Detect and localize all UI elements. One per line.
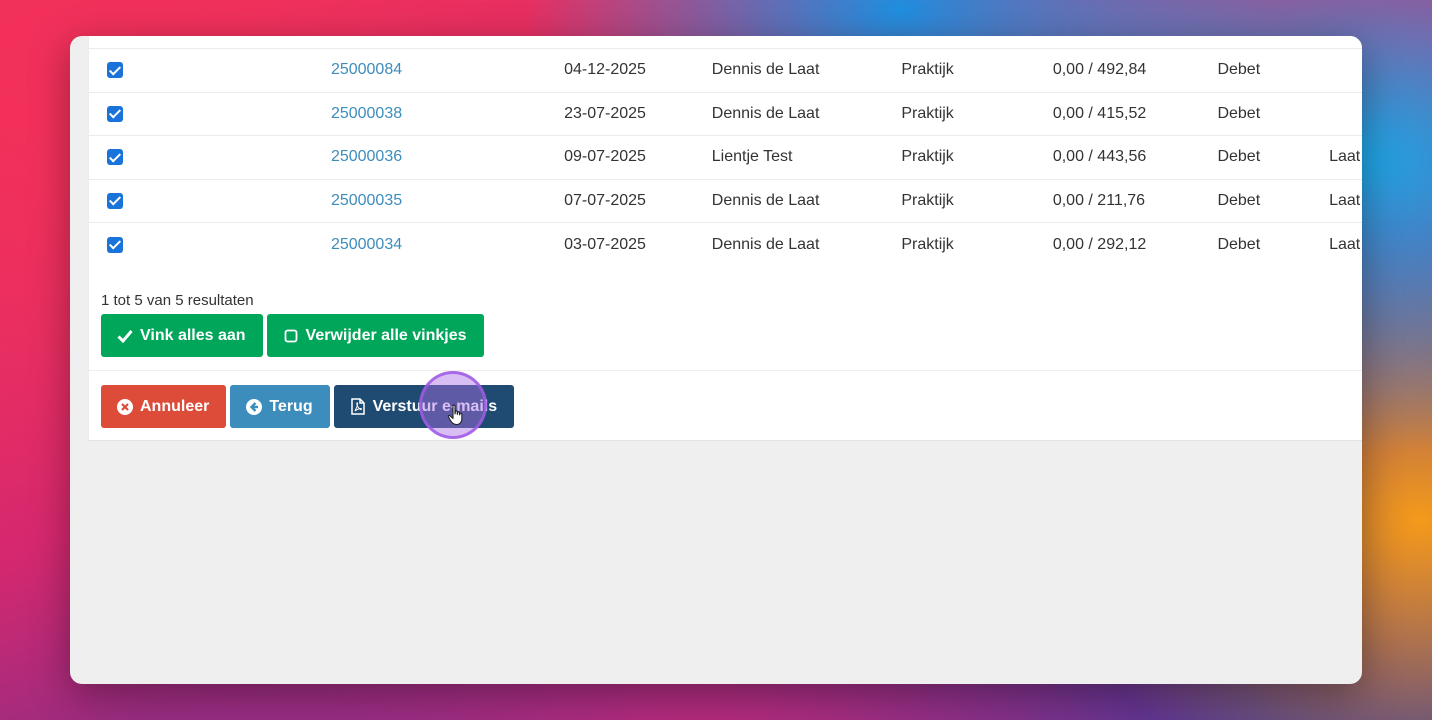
invoice-amount: 0,00 / 443,56 <box>1052 148 1147 166</box>
row-checkbox[interactable] <box>107 149 123 166</box>
invoice-date: 03-07-2025 <box>564 235 646 253</box>
action-button-group: Annuleer Terug Verstuur e-mails <box>101 385 515 428</box>
invoice-extra <box>1329 49 1362 93</box>
invoice-extra: Laat <box>1329 148 1361 166</box>
results-summary: 1 tot 5 van 5 resultaten <box>101 292 254 309</box>
arrow-circle-left-icon <box>246 398 263 415</box>
invoice-number-link[interactable]: 25000035 <box>331 192 402 209</box>
invoice-number-link[interactable]: 25000036 <box>331 148 402 165</box>
invoice-type: Praktijk <box>901 104 954 122</box>
invoice-side: Debet <box>1217 61 1261 79</box>
divider <box>89 370 1362 371</box>
invoice-date: 04-12-2025 <box>564 61 646 79</box>
table-row: 25000034 03-07-2025 Dennis de Laat Prakt… <box>89 222 1362 267</box>
invoice-date: 07-07-2025 <box>564 192 646 210</box>
table-row: 25000038 23-07-2025 Dennis de Laat Prakt… <box>89 92 1362 136</box>
row-checkbox[interactable] <box>107 105 123 122</box>
table-row: 25000036 09-07-2025 Lientje Test Praktij… <box>89 135 1362 180</box>
invoice-table-body: 25000084 04-12-2025 Dennis de Laat Prakt… <box>89 48 1362 267</box>
table-row: 25000084 04-12-2025 Dennis de Laat Prakt… <box>89 48 1362 93</box>
invoice-type: Praktijk <box>901 235 954 253</box>
invoice-side: Debet <box>1217 148 1261 166</box>
back-button[interactable]: Terug <box>230 385 330 428</box>
customer-name: Dennis de Laat <box>711 104 820 122</box>
cancel-button[interactable]: Annuleer <box>101 385 227 428</box>
back-label: Terug <box>269 397 313 415</box>
invoice-amount: 0,00 / 292,12 <box>1052 235 1147 253</box>
selection-button-group: Vink alles aan Verwijder alle vinkjes <box>101 314 484 357</box>
invoice-extra <box>1329 92 1362 136</box>
row-checkbox[interactable] <box>107 62 123 79</box>
app-window: 25000084 04-12-2025 Dennis de Laat Prakt… <box>70 36 1362 684</box>
check-all-label: Vink alles aan <box>140 326 246 344</box>
invoice-date: 09-07-2025 <box>564 148 646 166</box>
customer-name: Dennis de Laat <box>711 192 820 210</box>
row-checkbox[interactable] <box>107 236 123 253</box>
square-icon <box>283 328 299 344</box>
invoice-side: Debet <box>1217 235 1261 253</box>
invoice-amount: 0,00 / 492,84 <box>1052 61 1147 79</box>
customer-name: Lientje Test <box>711 148 793 166</box>
send-emails-button[interactable]: Verstuur e-mails <box>333 385 515 428</box>
invoice-type: Praktijk <box>901 192 954 210</box>
invoice-side: Debet <box>1217 192 1261 210</box>
invoice-extra: Laat <box>1329 235 1361 253</box>
customer-name: Dennis de Laat <box>711 61 820 79</box>
row-checkbox[interactable] <box>107 192 123 209</box>
invoice-number-link[interactable]: 25000034 <box>331 236 402 253</box>
invoice-table: 25000084 04-12-2025 Dennis de Laat Prakt… <box>89 48 1362 266</box>
times-circle-icon <box>117 398 133 415</box>
customer-name: Dennis de Laat <box>711 235 820 253</box>
invoice-date: 23-07-2025 <box>564 104 646 122</box>
check-all-button[interactable]: Vink alles aan <box>101 314 263 357</box>
file-pdf-icon <box>350 398 366 415</box>
cancel-label: Annuleer <box>140 397 210 415</box>
table-row: 25000035 07-07-2025 Dennis de Laat Prakt… <box>89 179 1362 223</box>
invoice-number-link[interactable]: 25000038 <box>331 105 402 122</box>
invoice-type: Praktijk <box>901 148 954 166</box>
invoice-panel: 25000084 04-12-2025 Dennis de Laat Prakt… <box>88 36 1362 441</box>
invoice-extra: Laat <box>1329 192 1361 210</box>
send-emails-label: Verstuur e-mails <box>372 397 498 415</box>
uncheck-all-label: Verwijder alle vinkjes <box>305 326 467 344</box>
check-icon <box>117 328 133 344</box>
invoice-number-link[interactable]: 25000084 <box>331 61 402 78</box>
invoice-amount: 0,00 / 415,52 <box>1052 104 1147 122</box>
uncheck-all-button[interactable]: Verwijder alle vinkjes <box>266 314 484 357</box>
invoice-side: Debet <box>1217 104 1261 122</box>
invoice-type: Praktijk <box>901 61 954 79</box>
invoice-amount: 0,00 / 211,76 <box>1052 192 1146 210</box>
